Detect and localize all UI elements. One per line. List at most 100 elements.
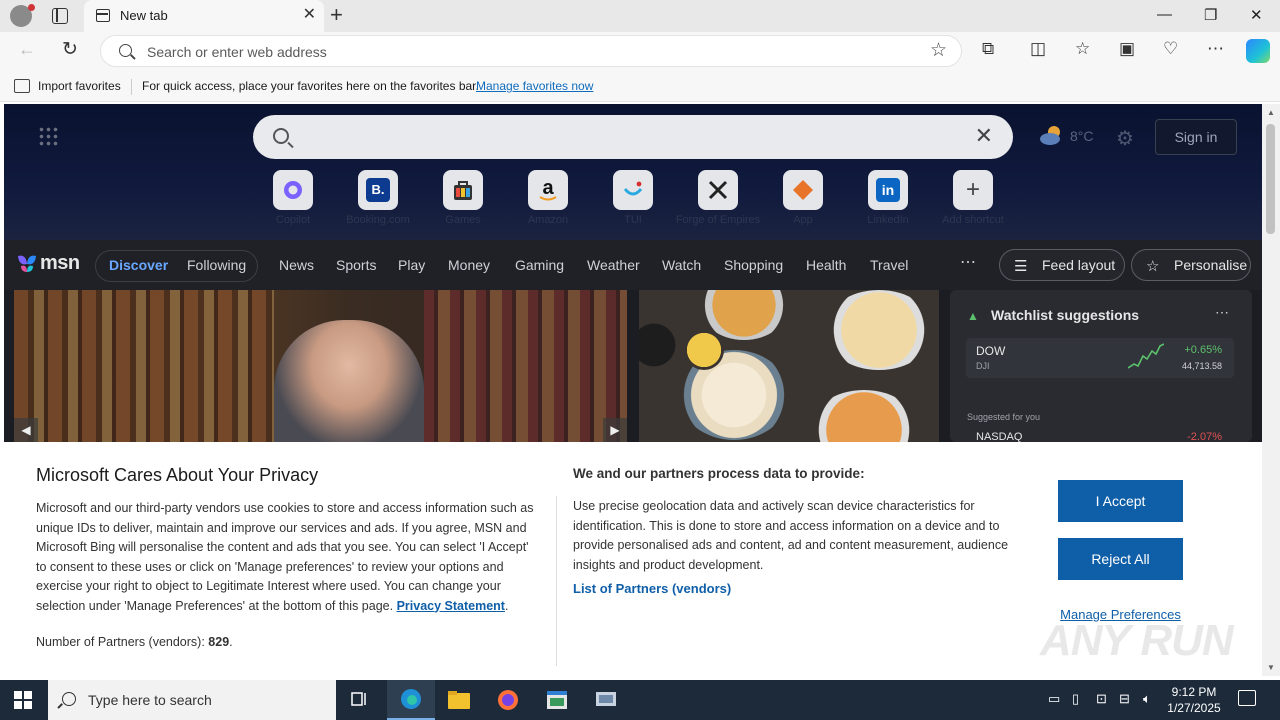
file-explorer-icon[interactable] (435, 680, 483, 720)
page-settings-icon[interactable]: ⚙ (1116, 126, 1134, 151)
nav-more-icon[interactable]: ⋯ (960, 252, 977, 272)
edge-taskbar-icon[interactable] (387, 680, 435, 720)
bookshelf-image (424, 290, 627, 442)
refresh-button[interactable]: ↻ (62, 38, 78, 61)
quicklink-label: App (793, 214, 813, 226)
settings-more-icon[interactable]: ⋯ (1207, 39, 1224, 59)
scroll-down-icon[interactable]: ▼ (1267, 663, 1275, 672)
page-scrollbar[interactable]: ▲ ▼ (1262, 104, 1280, 676)
close-window-icon[interactable]: ✕ (1250, 6, 1263, 24)
split-screen-icon[interactable]: ◫ (1030, 39, 1046, 59)
address-input[interactable] (147, 42, 907, 62)
quicklink-tui[interactable] (613, 170, 653, 210)
nav-play[interactable]: Play (398, 257, 425, 273)
back-button[interactable]: ← (18, 39, 36, 60)
sign-in-button[interactable]: Sign in (1155, 119, 1237, 155)
carousel-next-icon[interactable]: ▶ (603, 418, 627, 442)
address-bar[interactable]: ☆ (100, 35, 962, 67)
nav-health[interactable]: Health (806, 257, 846, 273)
collections-icon[interactable]: ▣ (1119, 39, 1135, 59)
task-view-icon[interactable] (336, 680, 384, 720)
minimize-icon[interactable]: — (1157, 6, 1172, 23)
nav-travel[interactable]: Travel (870, 257, 908, 273)
crossed-swords-icon (698, 170, 738, 210)
msn-search-box[interactable]: ✕ (253, 115, 1013, 159)
close-tab-icon[interactable]: ✕ (303, 6, 316, 24)
quicklink-linkedin[interactable]: in (868, 170, 908, 210)
tab-actions-icon[interactable] (52, 8, 68, 24)
reject-all-button[interactable]: Reject All (1058, 538, 1183, 580)
watchlist-row[interactable]: DOW DJI +0.65% 44,713.58 (966, 338, 1234, 378)
privacy-body: Microsoft and our third-party vendors us… (36, 501, 534, 613)
msn-logo-text: msn (40, 252, 80, 274)
tab-discover[interactable]: Discover (109, 257, 168, 273)
app-launcher-icon[interactable] (38, 126, 58, 146)
network-icon[interactable]: ⊟ (1119, 691, 1130, 707)
taskbar-search-placeholder: Type here to search (88, 692, 212, 708)
privacy-divider (556, 496, 557, 666)
volume-icon[interactable]: 🔈︎ (1143, 691, 1151, 707)
profile-avatar-icon[interactable] (10, 4, 35, 27)
partners-list-link[interactable]: List of Partners (vendors) (573, 581, 731, 596)
personalise-button[interactable]: ☆ Personalise (1131, 249, 1251, 281)
watchlist-more-icon[interactable]: ⋯ (1215, 304, 1230, 321)
nav-watch[interactable]: Watch (662, 257, 701, 273)
privacy-statement-link[interactable]: Privacy Statement (397, 599, 505, 613)
import-favorites-button[interactable]: Import favorites (38, 79, 121, 93)
firefox-icon[interactable] (484, 680, 532, 720)
ticker-exchange: DJI (976, 361, 990, 371)
notifications-icon[interactable] (1238, 690, 1256, 706)
weather-temperature[interactable]: 8°C (1070, 128, 1094, 144)
favorites-icon[interactable]: ☆ (1075, 39, 1090, 59)
nav-shopping[interactable]: Shopping (724, 257, 783, 273)
clear-search-icon[interactable]: ✕ (975, 124, 993, 148)
nav-sports[interactable]: Sports (336, 257, 376, 273)
partners-count-line: Number of Partners (vendors): 829. (36, 635, 233, 649)
copilot-icon[interactable] (1246, 39, 1270, 63)
quicklink-copilot[interactable] (273, 170, 313, 210)
nav-money[interactable]: Money (448, 257, 490, 273)
app-window-icon[interactable] (533, 680, 581, 720)
booking-logo-icon: B. (358, 170, 398, 210)
tab-new-tab[interactable]: New tab ✕ (84, 0, 324, 32)
search-icon (119, 44, 132, 57)
watchlist-row[interactable]: NASDAQ -2.07% (966, 430, 1234, 442)
quicklink-games[interactable] (443, 170, 483, 210)
quicklink-forge-of-empires[interactable] (698, 170, 738, 210)
nav-weather[interactable]: Weather (587, 257, 640, 273)
quicklink-add[interactable]: + (953, 170, 993, 210)
nav-news[interactable]: News (279, 257, 314, 273)
news-card-food[interactable] (639, 290, 939, 442)
manage-preferences-link[interactable]: Manage Preferences (1058, 607, 1183, 622)
weather-icon[interactable] (1040, 124, 1064, 146)
favorite-star-icon[interactable]: ☆ (930, 39, 947, 62)
nav-gaming[interactable]: Gaming (515, 257, 564, 273)
quicklink-amazon[interactable]: a (528, 170, 568, 210)
partners-count-value: 829 (208, 635, 230, 649)
tray-device-icon[interactable]: ⊡ (1096, 691, 1107, 707)
manage-favorites-link[interactable]: Manage favorites now (476, 79, 593, 93)
restore-icon[interactable]: ❐ (1204, 6, 1217, 24)
new-tab-button[interactable]: + (330, 3, 343, 27)
battery-icon[interactable]: ▯ (1072, 691, 1079, 707)
msn-search-input[interactable] (309, 127, 949, 147)
scroll-up-icon[interactable]: ▲ (1267, 108, 1275, 117)
quicklink-app[interactable] (783, 170, 823, 210)
taskbar-search-box[interactable]: Type here to search (48, 680, 336, 720)
windows-start-icon[interactable] (14, 691, 32, 709)
scrollbar-thumb[interactable] (1266, 124, 1275, 234)
msn-logo[interactable]: msn (16, 249, 82, 279)
feed-layout-button[interactable]: ☰ Feed layout (999, 249, 1125, 281)
news-card-hero[interactable]: ◀ ▶ (14, 290, 627, 442)
extensions-icon[interactable]: ⧉ (982, 39, 994, 59)
tray-app-icon[interactable]: ▭ (1048, 691, 1060, 707)
taskbar-clock[interactable]: 9:12 PM 1/27/2025 (1166, 684, 1222, 716)
tab-following[interactable]: Following (187, 257, 246, 273)
carousel-prev-icon[interactable]: ◀ (14, 418, 38, 442)
browser-essentials-icon[interactable]: ♡ (1163, 39, 1178, 59)
accept-button[interactable]: I Accept (1058, 480, 1183, 522)
quicklink-booking[interactable]: B. (358, 170, 398, 210)
feed-segment-control: Discover Following (95, 250, 258, 282)
network-app-icon[interactable] (582, 680, 630, 720)
favorites-divider (131, 79, 132, 95)
